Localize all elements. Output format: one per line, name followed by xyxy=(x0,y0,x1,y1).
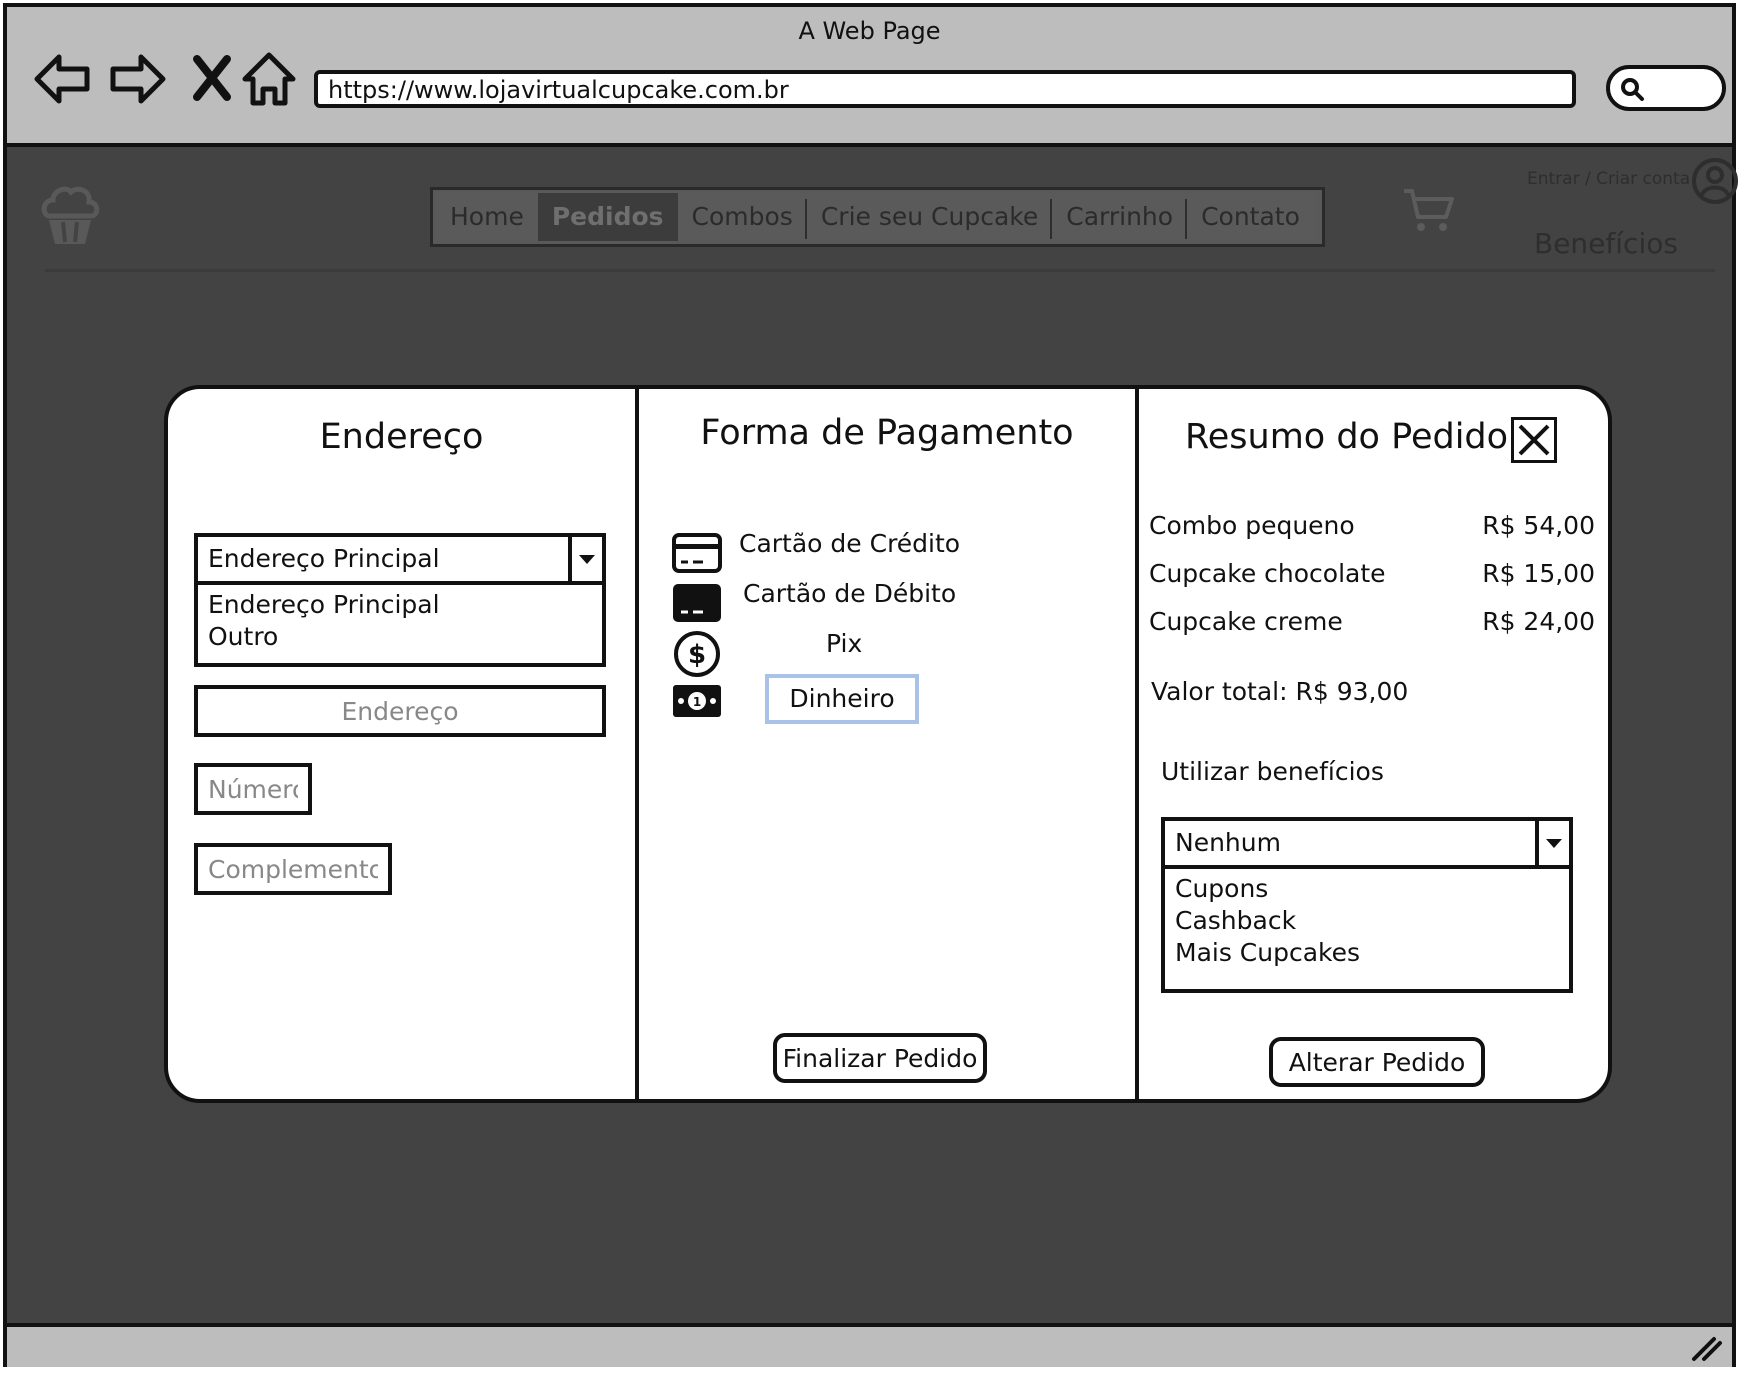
chevron-down-icon[interactable] xyxy=(568,537,602,581)
item-price: R$ 24,00 xyxy=(1482,607,1595,636)
benefits-dropdown: Cupons Cashback Mais Cupcakes xyxy=(1161,869,1573,993)
cart-icon[interactable] xyxy=(1402,187,1454,235)
street-field[interactable] xyxy=(194,685,606,737)
cupcake-icon[interactable] xyxy=(39,182,101,248)
svg-text:$: $ xyxy=(688,640,706,670)
chevron-down-icon[interactable] xyxy=(1535,821,1569,865)
browser-search[interactable] xyxy=(1606,65,1726,111)
address-option[interactable]: Outro xyxy=(208,621,592,653)
item-price: R$ 54,00 xyxy=(1482,511,1595,540)
nav-tab-crie-cupcake[interactable]: Crie seu Cupcake xyxy=(806,193,1054,241)
item-price: R$ 15,00 xyxy=(1482,559,1595,588)
banknote-icon: 1 xyxy=(673,685,721,717)
nav-tab-combos[interactable]: Combos xyxy=(677,193,809,241)
back-arrow-icon[interactable] xyxy=(33,49,93,109)
alter-order-button[interactable]: Alterar Pedido xyxy=(1269,1037,1485,1087)
browser-window: A Web Page https://www.lojavirtualcupcak… xyxy=(3,3,1738,1367)
number-field[interactable] xyxy=(194,763,312,815)
payment-title: Forma de Pagamento xyxy=(700,413,1074,453)
url-bar[interactable]: https://www.lojavirtualcupcake.com.br xyxy=(314,70,1576,108)
close-x-icon[interactable] xyxy=(183,49,243,109)
debit-card-icon xyxy=(673,584,721,622)
payment-pix[interactable]: Pix xyxy=(826,629,862,658)
benefits-link[interactable]: Benefícios xyxy=(1534,227,1678,260)
address-dropdown: Endereço Principal Outro xyxy=(194,585,606,667)
benefits-label: Utilizar benefícios xyxy=(1161,757,1384,786)
benefits-option[interactable]: Cashback xyxy=(1175,905,1559,937)
summary-title: Resumo do Pedido xyxy=(1185,417,1509,457)
nav-tab-home[interactable]: Home xyxy=(436,193,538,241)
resize-grip-icon[interactable] xyxy=(1690,1335,1724,1363)
close-modal-button[interactable] xyxy=(1511,417,1557,463)
browser-titlebar: A Web Page https://www.lojavirtualcupcak… xyxy=(7,7,1732,147)
payment-credit[interactable]: Cartão de Crédito xyxy=(739,529,960,558)
address-title: Endereço xyxy=(319,417,484,457)
dollar-coin-icon: $ xyxy=(674,631,720,677)
user-icon[interactable] xyxy=(1691,157,1739,205)
payment-cash-selected[interactable]: Dinheiro xyxy=(765,674,919,724)
benefits-select[interactable]: Nenhum xyxy=(1161,817,1573,869)
finish-order-button[interactable]: Finalizar Pedido xyxy=(773,1033,987,1083)
search-icon xyxy=(1621,78,1644,101)
close-icon xyxy=(1518,424,1550,456)
forward-arrow-icon[interactable] xyxy=(107,49,167,109)
address-select-value: Endereço Principal xyxy=(208,544,440,573)
item-name: Combo pequeno xyxy=(1149,511,1355,540)
benefits-option[interactable]: Cupons xyxy=(1175,873,1559,905)
window-title: A Web Page xyxy=(798,17,941,45)
nav-tab-carrinho[interactable]: Carrinho xyxy=(1052,193,1188,241)
benefits-option[interactable]: Mais Cupcakes xyxy=(1175,937,1559,969)
item-name: Cupcake chocolate xyxy=(1149,559,1386,588)
nav-tab-pedidos[interactable]: Pedidos xyxy=(537,193,678,241)
page-viewport: Home Pedidos Combos Crie seu Cupcake Car… xyxy=(7,147,1738,1327)
address-select[interactable]: Endereço Principal xyxy=(194,533,606,585)
address-section: Endereço Endereço Principal Endereço Pri… xyxy=(168,389,635,1099)
svg-text:1: 1 xyxy=(693,695,701,709)
home-icon[interactable] xyxy=(239,49,299,109)
credit-card-icon xyxy=(672,533,722,573)
order-total: Valor total: R$ 93,00 xyxy=(1151,677,1409,706)
nav-tab-contato[interactable]: Contato xyxy=(1187,193,1314,241)
item-name: Cupcake creme xyxy=(1149,607,1343,636)
header-divider xyxy=(45,269,1715,272)
address-option[interactable]: Endereço Principal xyxy=(208,589,592,621)
complement-field[interactable] xyxy=(194,843,392,895)
checkout-modal: Endereço Endereço Principal Endereço Pri… xyxy=(164,385,1612,1103)
payment-section: Forma de Pagamento Cartão de Crédito Car… xyxy=(639,389,1135,1099)
login-link[interactable]: Entrar / Criar conta xyxy=(1527,169,1690,189)
main-nav: Home Pedidos Combos Crie seu Cupcake Car… xyxy=(430,187,1325,247)
summary-section: Resumo do Pedido Combo pequeno R$ 54,00 … xyxy=(1139,389,1608,1099)
browser-statusbar xyxy=(7,1323,1732,1367)
benefits-select-value: Nenhum xyxy=(1175,828,1281,857)
payment-debit[interactable]: Cartão de Débito xyxy=(743,579,956,608)
